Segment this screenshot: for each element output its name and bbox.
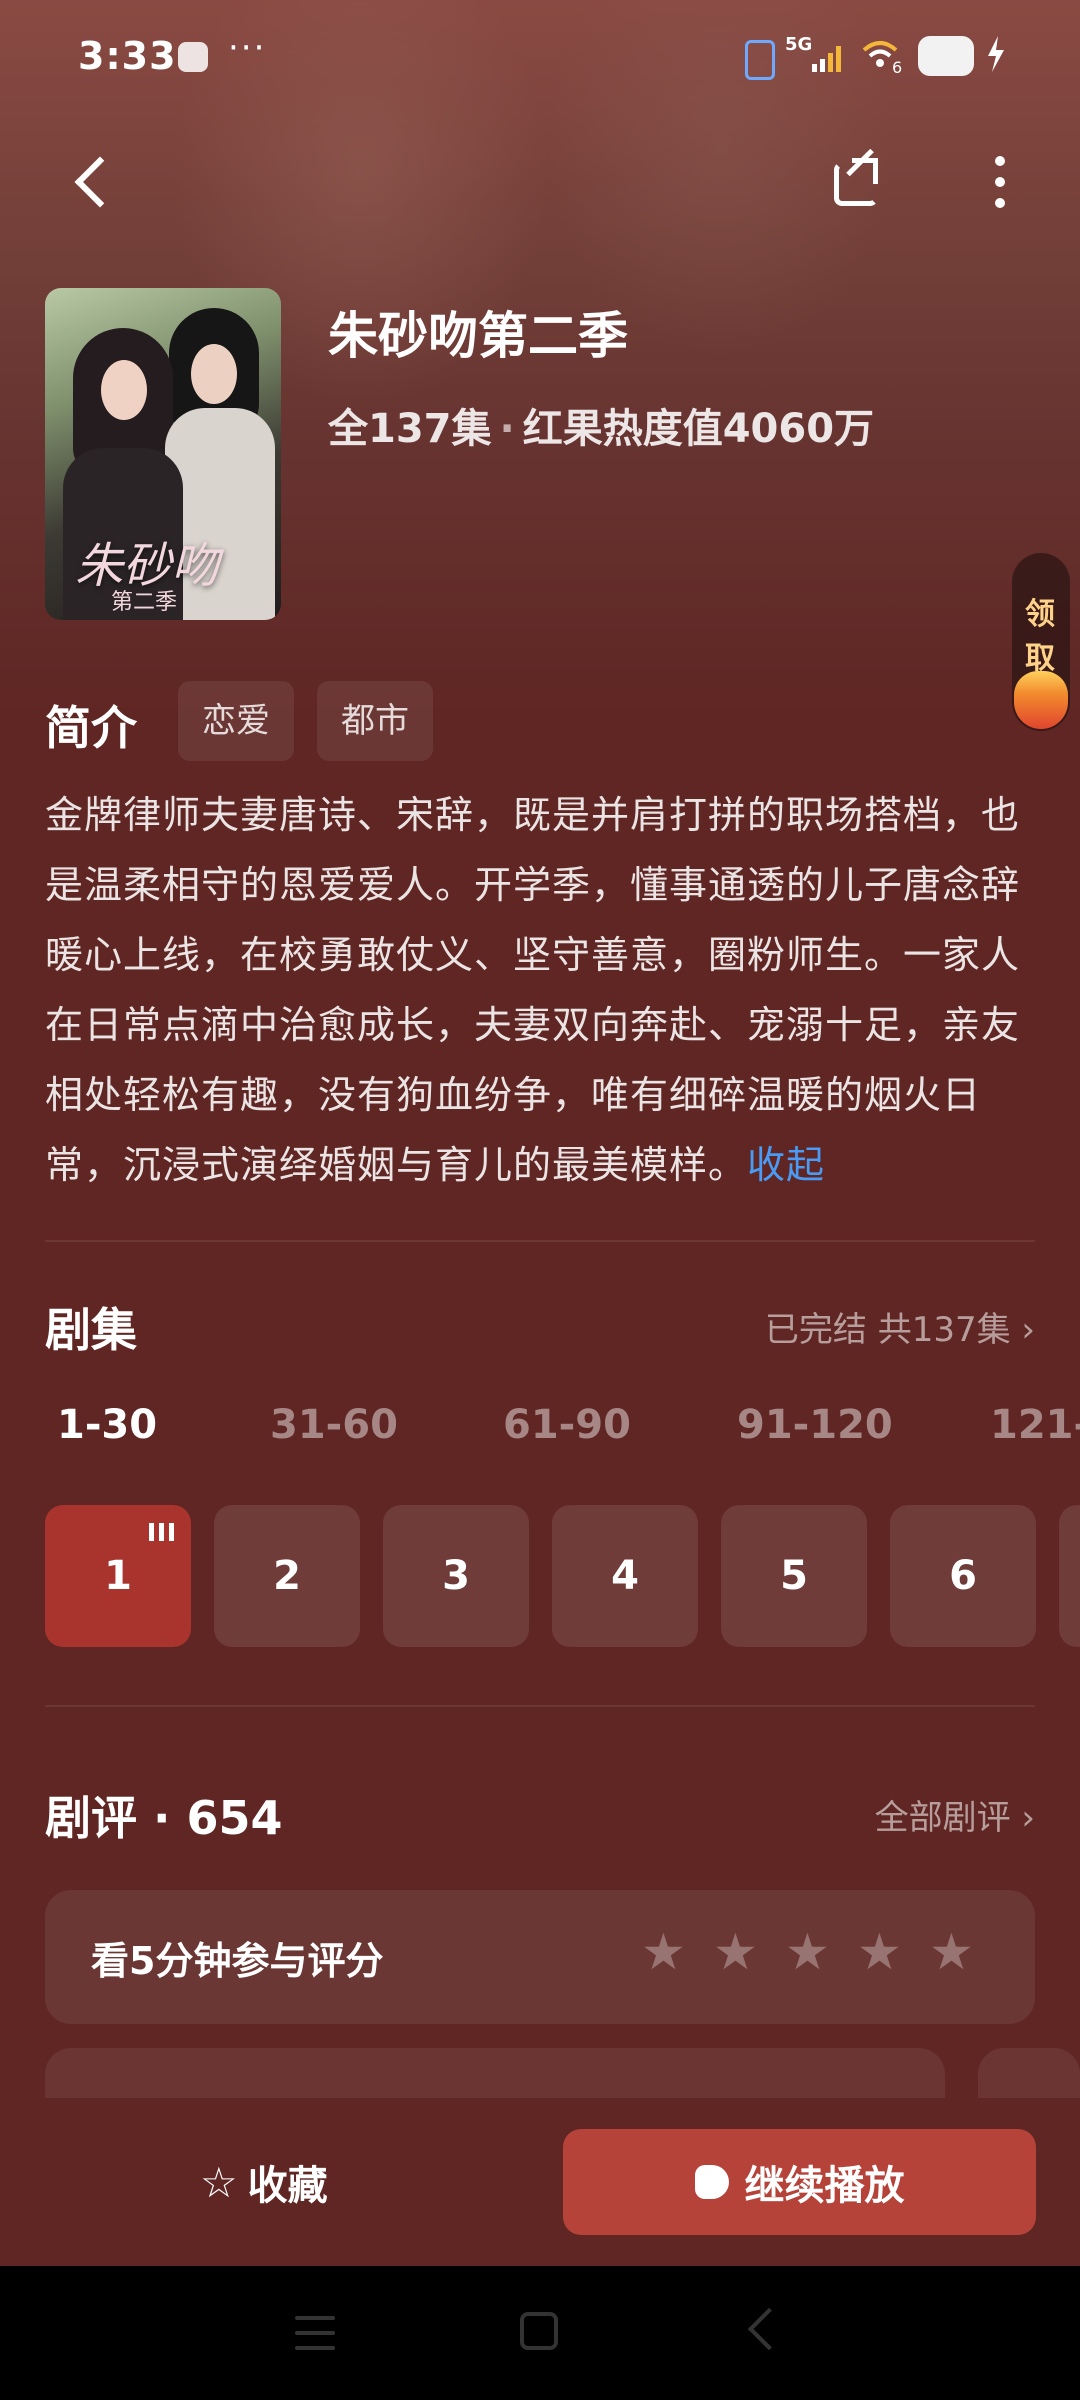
status-time: 3:33 [78,34,177,78]
phone-icon [745,40,775,80]
episode-button-6[interactable]: 6 [890,1505,1036,1647]
signal-icon [812,46,841,72]
favorite-label: 收藏 [247,2163,328,2209]
episode-button-1[interactable]: 1 [45,1505,191,1647]
episode-button-2[interactable]: 2 [214,1505,360,1647]
episode-button-next[interactable] [1059,1505,1080,1647]
star-icon[interactable]: ★ [713,1927,761,1977]
range-tab-3[interactable]: 61-90 [503,1402,631,1448]
rate-prompt: 看5分钟参与评分 [91,1939,384,1983]
episode-button-4[interactable]: 4 [552,1505,698,1647]
star-icon[interactable]: ★ [641,1927,689,1977]
meta-separator: · [499,406,515,452]
intro-text: 金牌律师夫妻唐诗、宋辞，既是并肩打拼的职场搭档，也是温柔相守的恩爱爱人。开学季，… [45,780,1040,1200]
episode-button-3[interactable]: 3 [383,1505,529,1647]
reward-label-1: 领 [1025,597,1055,632]
more-vertical-icon[interactable] [980,150,1020,214]
red-envelope-icon [1014,671,1068,729]
charging-icon [988,36,1004,72]
popularity: 红果热度值4060万 [522,406,875,452]
synopsis: 金牌律师夫妻唐诗、宋辞，既是并肩打拼的职场搭档，也是温柔相守的恩爱爱人。开学季，… [45,793,1021,1187]
back-icon[interactable] [747,2307,791,2351]
divider [45,1705,1035,1707]
chevron-left-icon[interactable] [60,150,120,214]
play-icon [694,2165,729,2199]
status-more: ··· [228,28,267,68]
range-tab-1[interactable]: 1-30 [57,1402,157,1448]
drama-cover[interactable]: 朱砂吻 第二季 [45,288,281,620]
range-tab-4[interactable]: 91-120 [737,1402,893,1448]
cover-subtitle: 第二季 [111,590,178,615]
episode-number: 2 [273,1553,301,1599]
tag-romance[interactable]: 恋爱 [178,681,294,761]
range-tab-2[interactable]: 31-60 [270,1402,398,1448]
episode-number: 5 [780,1553,808,1599]
all-reviews-link[interactable]: 全部剧评 › [875,1790,1035,1839]
star-icon[interactable]: ★ [857,1927,905,1977]
share-icon[interactable] [826,148,886,210]
episodes-heading: 剧集 [45,1303,137,1357]
panda-icon [918,36,974,76]
system-navigation-bar [0,2266,1080,2400]
divider [45,1240,1035,1242]
network-label: 5G [785,34,813,55]
star-outline-icon: ☆ [200,2157,238,2207]
episodes-status-link[interactable]: 已完结 共137集 › [765,1302,1035,1351]
bottom-action-bar: ☆ 收藏 继续播放 [0,2098,1080,2266]
collapse-link[interactable]: 收起 [747,1143,825,1187]
episode-number: 3 [442,1553,470,1599]
range-tab-5[interactable]: 121-137 [990,1402,1080,1448]
status-bar: 3:33 ··· 5G 6 [0,0,1080,118]
playing-bars-icon [149,1523,175,1541]
home-icon[interactable] [520,2312,558,2350]
reward-float-button[interactable]: 领 取 [1012,553,1070,731]
tag-city[interactable]: 都市 [317,681,433,761]
episode-count: 全137集 [328,406,492,452]
star-icon[interactable]: ★ [785,1927,833,1977]
rating-card: 看5分钟参与评分 ★ ★ ★ ★ ★ [45,1890,1035,2024]
episode-button-5[interactable]: 5 [721,1505,867,1647]
star-icon[interactable]: ★ [929,1927,977,1977]
play-label: 继续播放 [744,2163,905,2209]
episode-number: 4 [611,1553,639,1599]
reviews-heading: 剧评 · 654 [45,1791,283,1845]
intro-heading: 简介 [45,701,137,755]
episode-number: 1 [104,1553,132,1599]
drama-meta: 全137集 · 红果热度值4060万 [328,396,874,454]
drama-title: 朱砂吻第二季 [328,307,628,365]
episode-number: 6 [949,1553,977,1599]
continue-play-button[interactable]: 继续播放 [563,2129,1036,2235]
menu-icon[interactable] [295,2316,335,2350]
favorite-button[interactable]: ☆ 收藏 [200,2150,360,2214]
app-icon [178,42,208,72]
wifi-badge: 6 [892,58,903,77]
